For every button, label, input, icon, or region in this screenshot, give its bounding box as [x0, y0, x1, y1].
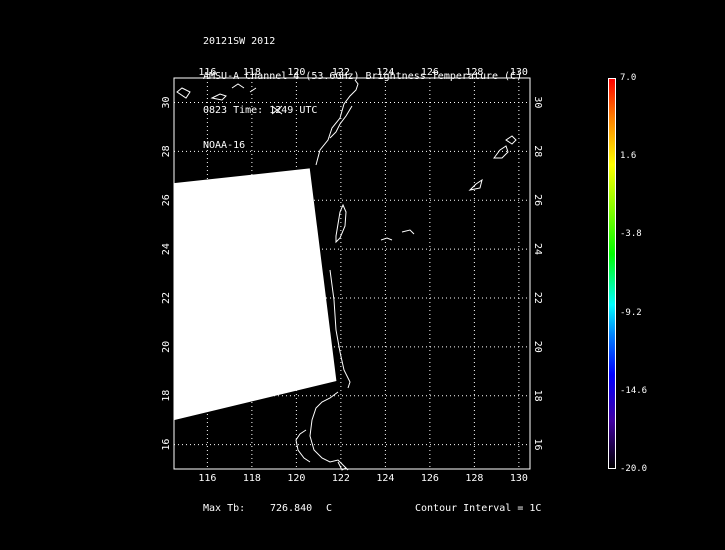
lat-tick-label-left: 24 — [161, 243, 172, 255]
data-swath — [174, 168, 337, 421]
lat-tick-label-right: 30 — [532, 96, 543, 108]
lat-tick-label-left: 30 — [161, 96, 172, 108]
contour-interval: Contour Interval = 1C — [415, 503, 542, 514]
lon-tick-label-bottom: 120 — [287, 473, 305, 484]
lon-tick-label-top: 128 — [465, 67, 483, 78]
lon-tick-label-bottom: 118 — [243, 473, 261, 484]
lat-tick-label-right: 24 — [532, 243, 543, 255]
lon-tick-label-bottom: 116 — [198, 473, 216, 484]
colorbar-label: 1.6 — [620, 151, 637, 162]
max-tb-label: Max Tb: — [203, 503, 246, 514]
lat-tick-label-right: 18 — [532, 390, 543, 402]
lat-tick-label-left: 18 — [161, 390, 172, 402]
coast-ryukyu-1 — [468, 178, 483, 191]
lon-tick-label-top: 116 — [198, 67, 216, 78]
colorbar-label: -3.8 — [620, 229, 642, 240]
lon-tick-label-top: 130 — [510, 67, 528, 78]
lon-tick-label-bottom: 124 — [376, 473, 394, 484]
lon-tick-label-bottom: 122 — [332, 473, 350, 484]
lon-tick-label-top: 118 — [243, 67, 261, 78]
lat-tick-label-left: 20 — [161, 341, 172, 353]
lat-tick-label-right: 26 — [532, 194, 543, 206]
colorbar-gradient — [608, 78, 616, 469]
lat-tick-label-left: 26 — [161, 194, 172, 206]
coast-china-north — [315, 79, 359, 166]
max-tb-unit: C — [326, 503, 333, 514]
coast-ryukyu-2 — [493, 145, 509, 159]
lon-tick-label-bottom: 130 — [510, 473, 528, 484]
coast-north-islands — [176, 83, 257, 101]
lat-tick-label-right: 16 — [532, 439, 543, 451]
colorbar-label: 7.0 — [620, 73, 637, 83]
coast-taiwan — [335, 203, 347, 244]
coast-ryukyu-3 — [505, 135, 517, 145]
lon-tick-label-top: 122 — [332, 67, 350, 78]
map-plot: 116 116 118 118 120 120 122 122 124 124 126 126 128 1… — [161, 67, 543, 484]
lon-tick-label-bottom: 128 — [465, 473, 483, 484]
lat-tick-label-left: 16 — [161, 439, 172, 451]
lon-tick-label-top: 124 — [376, 67, 394, 78]
lat-tick-label-right: 20 — [532, 341, 543, 353]
lon-tick-label-bottom: 126 — [421, 473, 439, 484]
lon-tick-label-top: 126 — [421, 67, 439, 78]
lat-tick-label-left: 22 — [161, 292, 172, 304]
colorbar-label: -9.2 — [620, 307, 642, 318]
lat-tick-label-right: 22 — [532, 292, 543, 304]
coast-mark-x — [271, 105, 283, 115]
coast-ryukyu-4 — [380, 229, 415, 241]
coast-philippines-south — [295, 391, 349, 471]
lat-tick-label-left: 28 — [161, 145, 172, 157]
colorbar-label: -20.0 — [620, 464, 648, 474]
lat-tick-label-right: 28 — [532, 145, 543, 157]
lon-tick-label-top: 120 — [287, 67, 305, 78]
colorbar-label: -14.6 — [620, 385, 648, 396]
max-tb-value: 726.840 — [270, 503, 313, 514]
